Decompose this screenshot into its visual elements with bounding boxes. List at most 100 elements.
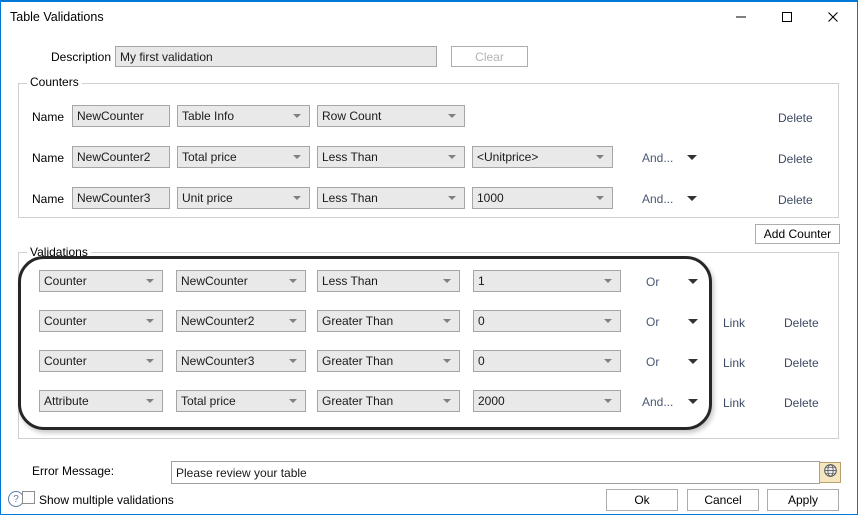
clear-button-label: Clear	[475, 49, 504, 64]
counter-conjunction-value-2: And...	[642, 151, 674, 165]
ok-button-label: Ok	[634, 493, 650, 507]
counter-name-input-3[interactable]: NewCounter3	[72, 187, 170, 209]
validation-target-value-3: NewCounter3	[181, 354, 255, 368]
validation-delete-4[interactable]: Delete	[784, 396, 819, 410]
validation-conjunction-value-4: And...	[642, 395, 674, 409]
validation-type-select-2[interactable]: Counter	[39, 310, 163, 332]
chevron-down-icon	[289, 359, 297, 363]
counter-operator-select-2[interactable]: Less Than	[317, 146, 465, 168]
validation-operator-select-1[interactable]: Less Than	[317, 270, 460, 292]
validation-conjunction-dropdown-2[interactable]: Or	[646, 313, 702, 331]
validation-link-2[interactable]: Link	[723, 316, 745, 330]
validation-type-select-3[interactable]: Counter	[39, 350, 163, 372]
validation-target-select-2[interactable]: NewCounter2	[176, 310, 306, 332]
validation-delete-3[interactable]: Delete	[784, 356, 819, 370]
minimize-button[interactable]	[718, 2, 764, 32]
validation-target-select-4[interactable]: Total price	[176, 390, 306, 412]
counter-conjunction-dropdown-3[interactable]: And...	[642, 190, 700, 208]
validation-delete-2[interactable]: Delete	[784, 316, 819, 330]
validation-target-select-1[interactable]: NewCounter	[176, 270, 306, 292]
dialog-window: Table Validations Description My first v…	[0, 0, 858, 515]
chevron-down-icon	[688, 319, 698, 324]
validation-conjunction-dropdown-3[interactable]: Or	[646, 353, 702, 371]
add-counter-button[interactable]: Add Counter	[755, 224, 840, 244]
validation-type-select-4[interactable]: Attribute	[39, 390, 163, 412]
chevron-down-icon	[443, 359, 451, 363]
chevron-down-icon	[687, 155, 697, 160]
counter-source-select-3[interactable]: Unit price	[177, 187, 310, 209]
validation-target-select-3[interactable]: NewCounter3	[176, 350, 306, 372]
validation-operator-value-4: Greater Than	[322, 394, 394, 408]
validation-value-select-2[interactable]: 0	[473, 310, 621, 332]
validation-operator-select-2[interactable]: Greater Than	[317, 310, 460, 332]
counter-operator-select-1[interactable]: Row Count	[317, 105, 465, 127]
chevron-down-icon	[596, 196, 604, 200]
validation-type-value-4: Attribute	[44, 394, 89, 408]
validation-target-value-1: NewCounter	[181, 274, 248, 288]
description-label: Description	[51, 50, 112, 64]
validation-conjunction-dropdown-1[interactable]: Or	[646, 273, 702, 291]
counter-operator-select-3[interactable]: Less Than	[317, 187, 465, 209]
validation-operator-select-3[interactable]: Greater Than	[317, 350, 460, 372]
counter-name-input-1[interactable]: NewCounter	[72, 105, 170, 127]
globe-icon	[823, 463, 838, 483]
chevron-down-icon	[448, 155, 456, 159]
globe-button[interactable]	[819, 462, 841, 483]
apply-button[interactable]: Apply	[767, 489, 839, 511]
validation-link-3[interactable]: Link	[723, 356, 745, 370]
chevron-down-icon	[146, 359, 154, 363]
apply-button-label: Apply	[787, 493, 819, 507]
chevron-down-icon	[289, 279, 297, 283]
chevron-down-icon	[596, 155, 604, 159]
add-counter-label: Add Counter	[763, 227, 832, 241]
counter-value-2: <Unitprice>	[477, 150, 539, 164]
chevron-down-icon	[146, 279, 154, 283]
validation-value-select-1[interactable]: 1	[473, 270, 621, 292]
chevron-down-icon	[293, 196, 301, 200]
maximize-icon	[781, 11, 793, 23]
maximize-button[interactable]	[764, 2, 810, 32]
counter-value-select-3[interactable]: 1000	[472, 187, 613, 209]
validation-target-value-2: NewCounter2	[181, 314, 255, 328]
counter-source-select-2[interactable]: Total price	[177, 146, 310, 168]
error-message-label: Error Message:	[32, 464, 115, 478]
validation-target-value-4: Total price	[181, 394, 236, 408]
counter-source-select-1[interactable]: Table Info	[177, 105, 310, 127]
validation-operator-select-4[interactable]: Greater Than	[317, 390, 460, 412]
counter-name-label: Name	[32, 110, 65, 124]
clear-button[interactable]: Clear	[451, 46, 528, 67]
error-message-input[interactable]: Please review your table	[171, 461, 820, 484]
cancel-button[interactable]: Cancel	[687, 489, 759, 511]
chevron-down-icon	[443, 279, 451, 283]
counter-operator-value-1: Row Count	[322, 109, 382, 123]
counter-source-value-3: Unit price	[182, 191, 233, 205]
validation-value-3: 0	[478, 354, 485, 368]
counter-operator-value-3: Less Than	[322, 191, 378, 205]
validations-group-title: Validations	[27, 245, 91, 259]
counter-value-select-2[interactable]: <Unitprice>	[472, 146, 613, 168]
validation-value-select-4[interactable]: 2000	[473, 390, 621, 412]
description-input[interactable]: My first validation	[115, 46, 437, 67]
validation-value-1: 1	[478, 274, 485, 288]
counter-delete-2[interactable]: Delete	[778, 152, 813, 166]
counter-name-input-2[interactable]: NewCounter2	[72, 146, 170, 168]
validation-type-select-1[interactable]: Counter	[39, 270, 163, 292]
minimize-icon	[735, 11, 747, 23]
counter-value-3: 1000	[477, 191, 504, 205]
counter-conjunction-dropdown-2[interactable]: And...	[642, 149, 700, 167]
counter-delete-3[interactable]: Delete	[778, 193, 813, 207]
close-button[interactable]	[810, 2, 856, 32]
validation-link-4[interactable]: Link	[723, 396, 745, 410]
counter-delete-1[interactable]: Delete	[778, 111, 813, 125]
ok-button[interactable]: Ok	[606, 489, 678, 511]
chevron-down-icon	[289, 399, 297, 403]
counters-group-title: Counters	[27, 75, 82, 89]
validation-type-value-1: Counter	[44, 274, 87, 288]
show-multiple-validations-checkbox[interactable]	[22, 491, 35, 504]
window-title: Table Validations	[10, 10, 104, 24]
validation-value-select-3[interactable]: 0	[473, 350, 621, 372]
validation-conjunction-dropdown-4[interactable]: And...	[642, 393, 702, 411]
chevron-down-icon	[604, 279, 612, 283]
validation-operator-value-1: Less Than	[322, 274, 378, 288]
chevron-down-icon	[688, 359, 698, 364]
